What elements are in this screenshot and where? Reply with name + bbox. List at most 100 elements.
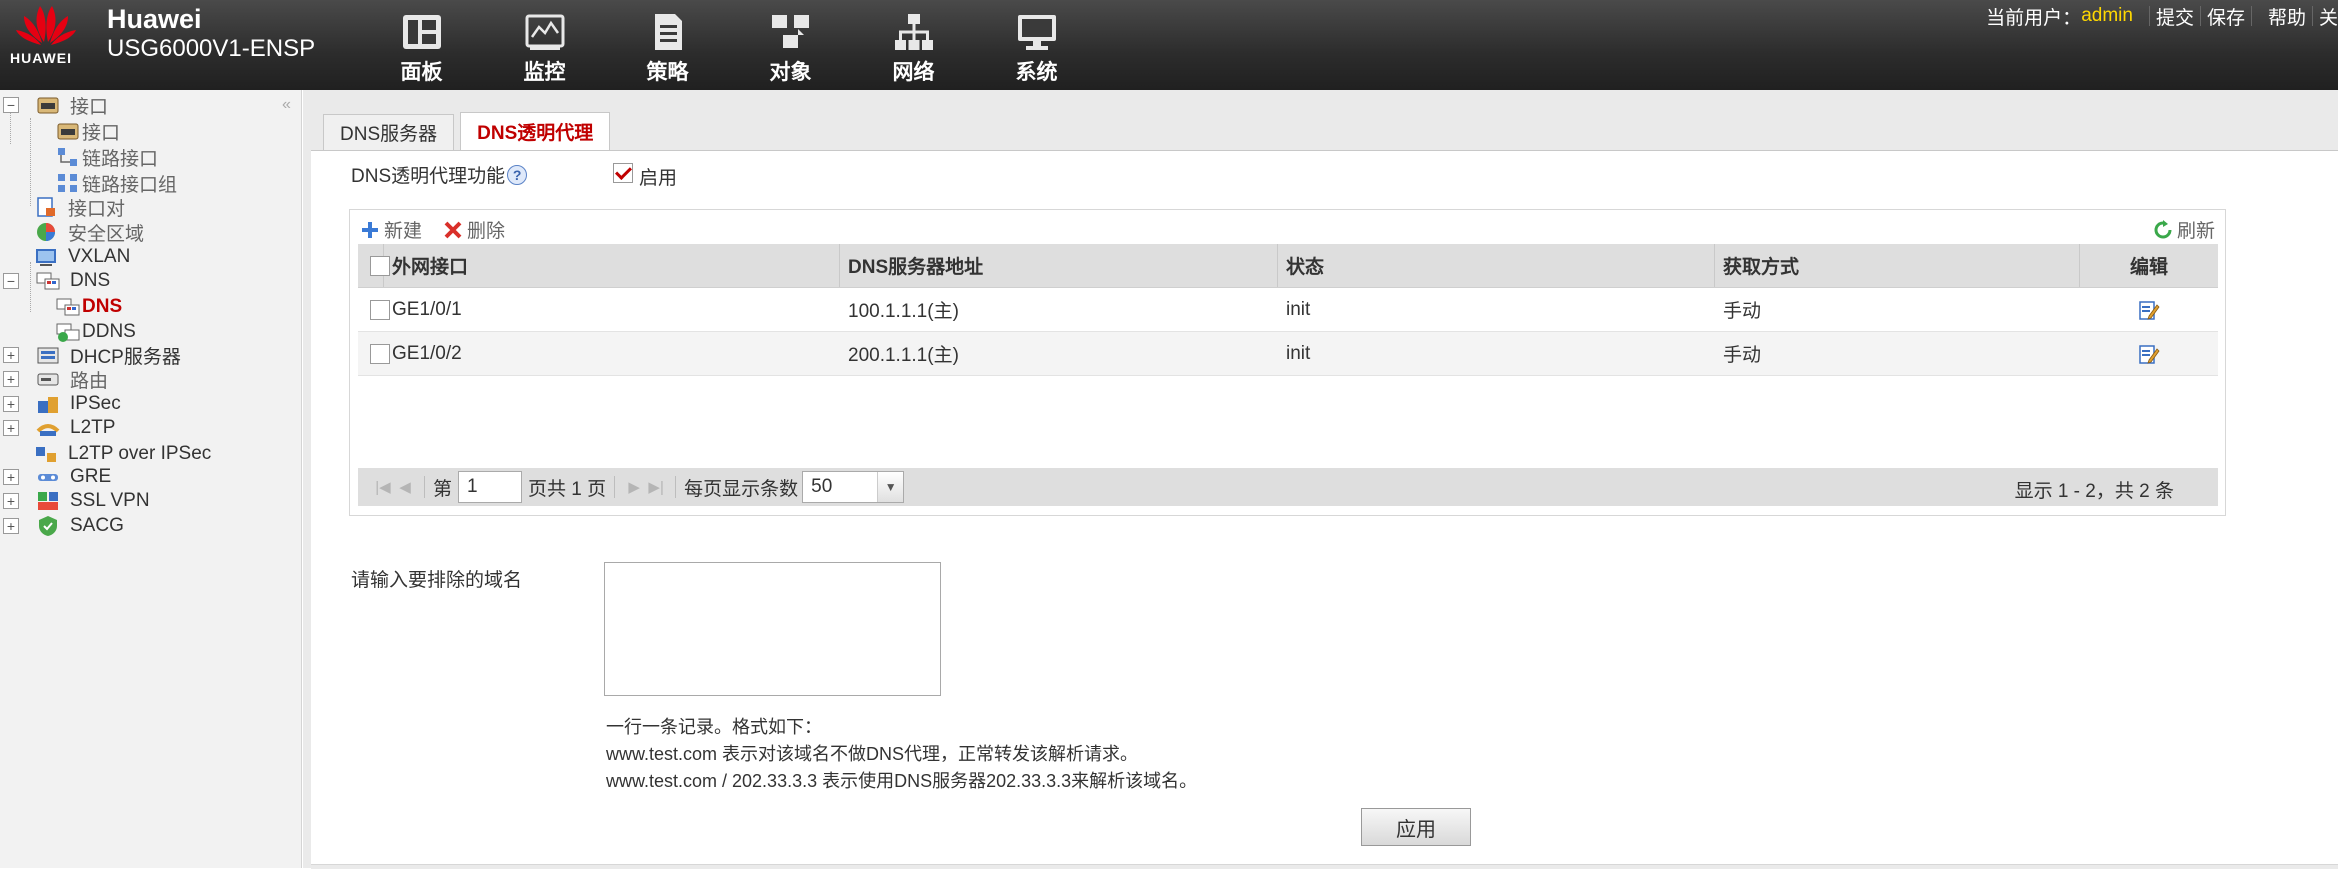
expander-icon[interactable]: + (3, 371, 19, 387)
expander-icon[interactable]: + (3, 420, 19, 436)
apply-button[interactable]: 应用 (1361, 808, 1471, 846)
proxy-table-panel: 新建 删除 刷新 外网接口 DNS服务器地址 状态 获取方式 编辑 GE1/0/… (349, 209, 2226, 516)
delete-label: 删除 (467, 221, 506, 242)
save-link[interactable]: 保存 (2207, 3, 2245, 30)
page-number-input[interactable]: 1 (458, 471, 523, 503)
edit-icon[interactable] (2138, 299, 2160, 321)
table-header: 外网接口 DNS服务器地址 状态 获取方式 编辑 (358, 244, 2218, 288)
sidebar-item-label: SSL VPN (70, 490, 150, 511)
main-area: DNS服务器 DNS透明代理 DNS透明代理功能 ? 启用 新建 删除 刷新 外… (303, 90, 2338, 869)
first-page-icon[interactable]: |◀ (372, 476, 394, 498)
divider (2199, 6, 2201, 26)
l2tp-icon (36, 424, 60, 436)
device-name: USG6000V1-ENSP (107, 35, 316, 62)
pagination-bar: |◀ ◀ 第 1 页共 1 页 ▶ ▶| 每页显示条数 50 ▼ 显示 1 - … (358, 468, 2218, 506)
new-button[interactable]: 新建 (360, 216, 422, 243)
hint-line: 一行一条记录。格式如下： (606, 717, 822, 737)
logo-text: HUAWEI (10, 50, 72, 66)
nav-label: 面板 (400, 61, 443, 84)
sidebar-item-label: 接口 (70, 96, 109, 118)
delete-icon (444, 221, 462, 238)
collapse-sidebar-icon[interactable]: « (282, 96, 291, 114)
route-icon (37, 373, 59, 386)
expander-icon[interactable]: + (3, 347, 19, 363)
divider (675, 476, 677, 498)
sidebar-group-sacg[interactable]: + SACG (0, 511, 124, 541)
enable-option[interactable]: 启用 (613, 162, 678, 190)
row-checkbox-cell (358, 288, 390, 331)
help-icon[interactable]: ? (507, 164, 528, 185)
nav-label: 监控 (523, 61, 566, 84)
exclude-domain-label: 请输入要排除的域名 (351, 570, 523, 591)
cell-mode: 手动 (1723, 301, 1762, 322)
sidebar-item-label: L2TP (70, 417, 116, 438)
cell-dns-server: 100.1.1.1(主) (848, 301, 959, 322)
next-page-icon[interactable]: ▶ (623, 476, 645, 498)
column-header-status[interactable]: 状态 (1278, 244, 1715, 287)
sidebar-item-label: VXLAN (68, 246, 131, 267)
cell-interface: GE1/0/2 (392, 342, 462, 364)
column-header-mode[interactable]: 获取方式 (1715, 244, 2080, 287)
expander-icon[interactable]: − (3, 273, 19, 289)
nav-object[interactable]: 对象 (729, 0, 852, 90)
nav-system[interactable]: 系统 (975, 0, 1098, 90)
divider (311, 864, 2338, 869)
edit-icon[interactable] (2138, 343, 2160, 365)
main-nav: 面板 监控 策略 对象 网络 系统 (360, 0, 1098, 90)
user-bar: 当前用户： admin 提交 保存 帮助 关 (1986, 3, 2338, 29)
expander-icon[interactable]: − (3, 97, 19, 113)
close-link[interactable]: 关 (2319, 3, 2338, 30)
interface-icon (57, 123, 79, 140)
column-header-dns-server[interactable]: DNS服务器地址 (840, 244, 1278, 287)
cell-mode: 手动 (1723, 345, 1762, 366)
tab-dns-transparent-proxy[interactable]: DNS透明代理 (460, 112, 611, 150)
expander-icon[interactable]: + (3, 469, 19, 485)
dns-icon (56, 298, 80, 316)
page-prefix: 第 (433, 478, 453, 500)
divider (2250, 6, 2252, 26)
nav-monitor[interactable]: 监控 (483, 0, 606, 90)
interface-pair-icon (37, 197, 55, 217)
cell-status: init (1286, 298, 1311, 320)
expander-icon[interactable]: + (3, 518, 19, 534)
help-link[interactable]: 帮助 (2268, 3, 2306, 30)
tab-content: DNS透明代理功能 ? 启用 新建 删除 刷新 外网接口 DNS服务器地址 状态… (311, 150, 2338, 869)
refresh-button[interactable]: 刷新 (2153, 216, 2215, 243)
plus-icon (362, 221, 378, 238)
interface-icon (37, 97, 59, 114)
nav-label: 网络 (892, 61, 935, 84)
table-row[interactable]: GE1/0/1 100.1.1.1(主) init 手动 (358, 288, 2218, 332)
nav-network[interactable]: 网络 (852, 0, 975, 90)
per-page-select[interactable]: 50 ▼ (802, 471, 905, 503)
new-label: 新建 (384, 221, 423, 242)
link-interface-icon (58, 148, 77, 166)
brand-name: Huawei (107, 4, 202, 34)
enable-label: 启用 (639, 168, 678, 189)
table-row[interactable]: GE1/0/2 200.1.1.1(主) init 手动 (358, 332, 2218, 376)
feature-label: DNS透明代理功能 ? (351, 161, 528, 188)
nav-dashboard[interactable]: 面板 (360, 0, 483, 90)
submit-link[interactable]: 提交 (2156, 3, 2194, 30)
dns-icon (36, 272, 60, 290)
cell-status: init (1286, 342, 1311, 364)
sidebar-item-label: SACG (70, 515, 124, 536)
feature-label-text: DNS透明代理功能 (351, 166, 506, 187)
header-checkbox-cell (358, 244, 390, 287)
column-header-interface[interactable]: 外网接口 (384, 244, 840, 287)
nav-policy[interactable]: 策略 (606, 0, 729, 90)
expander-icon[interactable]: + (3, 396, 19, 412)
prev-page-icon[interactable]: ◀ (394, 476, 416, 498)
ssl-vpn-icon (38, 492, 58, 510)
delete-button[interactable]: 删除 (443, 216, 505, 243)
enable-checkbox[interactable] (613, 162, 633, 183)
cell-dns-server: 200.1.1.1(主) (848, 345, 959, 366)
dhcp-icon (37, 347, 59, 364)
sidebar-item-label: GRE (70, 466, 112, 487)
sidebar-item-label: 链路接口 (82, 148, 159, 170)
exclude-domain-textarea[interactable] (604, 562, 941, 696)
divider (2311, 6, 2313, 26)
expander-icon[interactable]: + (3, 493, 19, 509)
last-page-icon[interactable]: ▶| (645, 476, 667, 498)
tab-dns-server[interactable]: DNS服务器 (323, 114, 455, 150)
current-user: admin (2081, 5, 2133, 26)
